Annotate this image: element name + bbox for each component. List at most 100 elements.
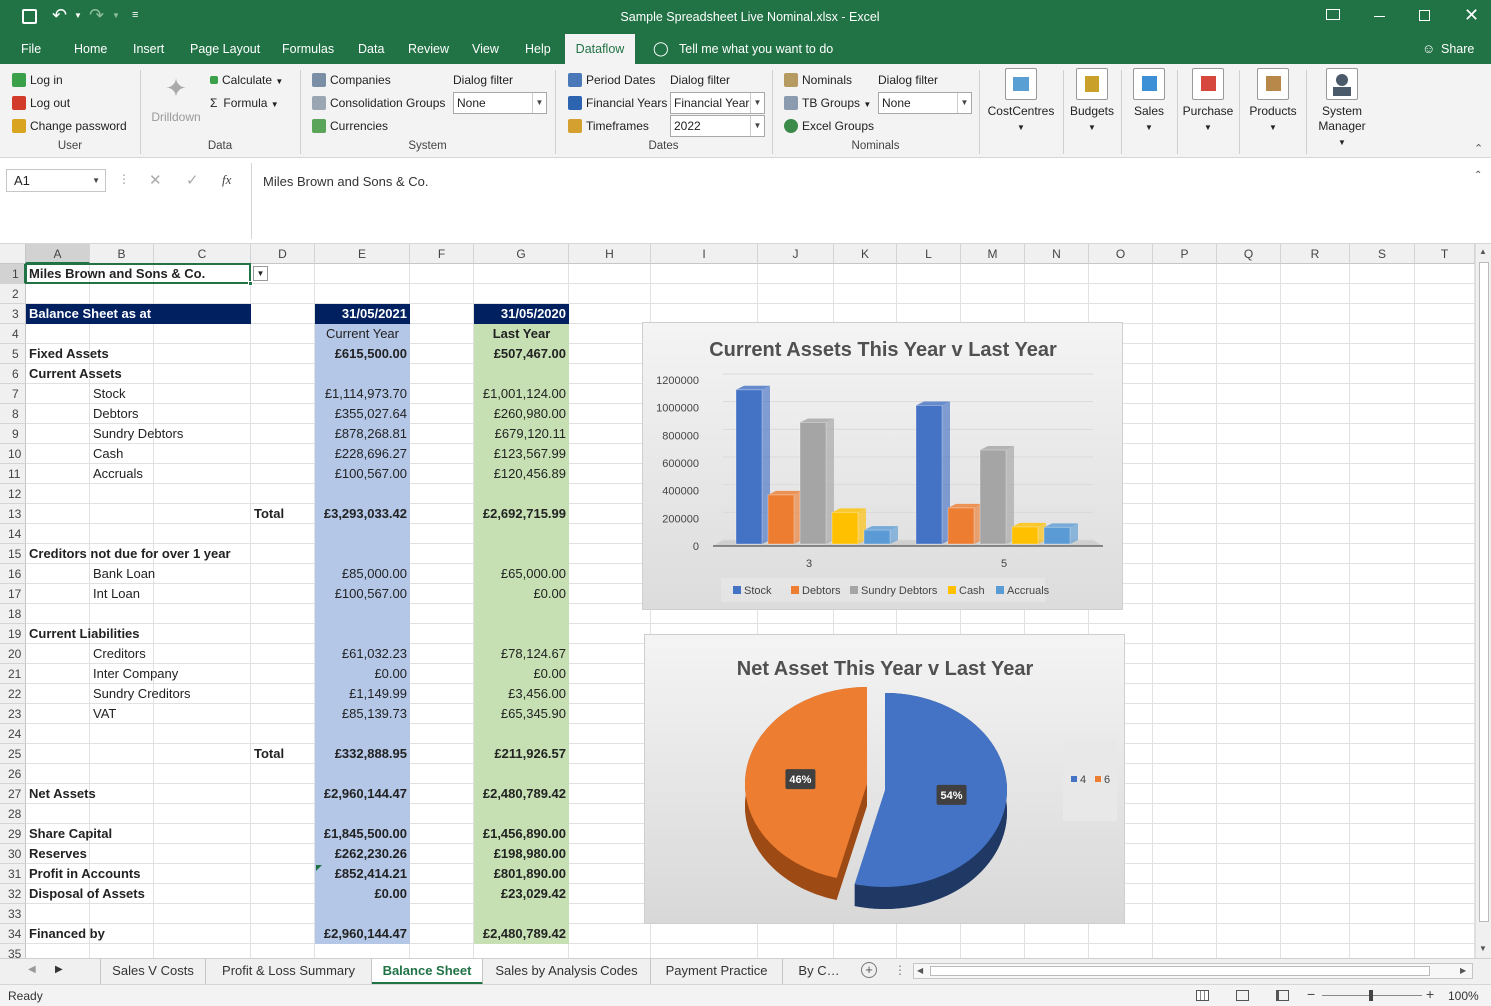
excel-groups-button[interactable]: Excel Groups bbox=[784, 117, 874, 135]
cell-last-reserves[interactable]: £198,980.00 bbox=[474, 844, 569, 864]
row-label-disposal-of-assets[interactable]: Disposal of Assets bbox=[26, 884, 145, 904]
close-icon[interactable]: ✕ bbox=[1464, 5, 1479, 26]
sheet-tab-payment-practice[interactable]: Payment Practice bbox=[651, 959, 783, 985]
sheet-tab-profit-loss-summary[interactable]: Profit & Loss Summary bbox=[206, 959, 372, 985]
row-header-22[interactable]: 22 bbox=[0, 684, 26, 704]
cell-current-cash[interactable]: £228,696.27 bbox=[315, 444, 410, 464]
cell-current-accruals[interactable]: £100,567.00 bbox=[315, 464, 410, 484]
tb-groups-button[interactable]: TB Groups ▼ bbox=[784, 94, 871, 114]
column-header-r[interactable]: R bbox=[1281, 244, 1350, 264]
cell-last-total[interactable]: £2,692,715.99 bbox=[474, 504, 569, 524]
horizontal-scrollbar[interactable]: ◀ ▶ bbox=[913, 963, 1473, 979]
cell-current-fixed-assets[interactable]: £615,500.00 bbox=[315, 344, 410, 364]
column-header-n[interactable]: N bbox=[1025, 244, 1089, 264]
row-header-16[interactable]: 16 bbox=[0, 564, 26, 584]
row-header-35[interactable]: 35 bbox=[0, 944, 26, 958]
undo-icon[interactable]: ↶ bbox=[52, 5, 67, 26]
row-header-33[interactable]: 33 bbox=[0, 904, 26, 924]
row-header-12[interactable]: 12 bbox=[0, 484, 26, 504]
worksheet-grid[interactable]: ABCDEFGHIJKLMNOPQRST 1 2 3 4 5 6 7 8 9 10 11 12 13 14… bbox=[0, 244, 1475, 958]
row-header-30[interactable]: 30 bbox=[0, 844, 26, 864]
row-label-reserves[interactable]: Reserves bbox=[26, 844, 87, 864]
cell-current-creditors[interactable]: £61,032.23 bbox=[315, 644, 410, 664]
tab-data[interactable]: Data bbox=[358, 34, 384, 64]
cell-last-fixed-assets[interactable]: £507,467.00 bbox=[474, 344, 569, 364]
current-assets-chart[interactable]: Current Assets This Year v Last Year 0 200… bbox=[642, 322, 1123, 610]
row-header-18[interactable]: 18 bbox=[0, 604, 26, 624]
formula-button[interactable]: Σ Formula ▼ bbox=[210, 94, 279, 114]
products-button[interactable]: Products ▼ bbox=[1242, 68, 1304, 135]
row-header-31[interactable]: 31 bbox=[0, 864, 26, 884]
ribbon-display-icon[interactable] bbox=[1326, 9, 1340, 20]
financial-year-select[interactable]: Financial Year ▼ bbox=[670, 92, 765, 114]
cell-last-vat[interactable]: £65,345.90 bbox=[474, 704, 569, 724]
row-header-24[interactable]: 24 bbox=[0, 724, 26, 744]
cell-current-stock[interactable]: £1,114,973.70 bbox=[315, 384, 410, 404]
row-header-17[interactable]: 17 bbox=[0, 584, 26, 604]
row-label-current-assets[interactable]: Current Assets bbox=[26, 364, 122, 384]
tab-view[interactable]: View bbox=[472, 34, 499, 64]
column-header-t[interactable]: T bbox=[1415, 244, 1475, 264]
tab-review[interactable]: Review bbox=[408, 34, 449, 64]
currencies-button[interactable]: Currencies bbox=[312, 117, 388, 135]
cell-g3-last-date[interactable]: 31/05/2020 bbox=[474, 304, 569, 324]
row-header-28[interactable]: 28 bbox=[0, 804, 26, 824]
cell-current-total[interactable]: £3,293,033.42 bbox=[315, 504, 410, 524]
row-header-15[interactable]: 15 bbox=[0, 544, 26, 564]
name-box[interactable]: A1 ▼ bbox=[6, 169, 106, 192]
cell-last-disposal-of-assets[interactable]: £23,029.42 bbox=[474, 884, 569, 904]
row-label-accruals[interactable]: Accruals bbox=[90, 464, 143, 484]
select-all-corner[interactable] bbox=[0, 244, 26, 264]
confirm-entry-icon[interactable]: ✓ bbox=[186, 171, 199, 189]
zoom-out-icon[interactable]: − bbox=[1307, 986, 1315, 1002]
row-header-29[interactable]: 29 bbox=[0, 824, 26, 844]
cell-last-creditors[interactable]: £78,124.67 bbox=[474, 644, 569, 664]
nominals-filter-select[interactable]: None ▼ bbox=[878, 92, 972, 114]
drilldown-button[interactable]: ✦ Drilldown bbox=[148, 68, 204, 125]
net-asset-chart[interactable]: Net Asset This Year v Last Year 54% 46% 4 6 bbox=[644, 634, 1125, 924]
share-button[interactable]: Share bbox=[1441, 42, 1474, 56]
row-header-10[interactable]: 10 bbox=[0, 444, 26, 464]
cell-current-share-capital[interactable]: £1,845,500.00 bbox=[315, 824, 410, 844]
cell-current-sundry-debtors[interactable]: £878,268.81 bbox=[315, 424, 410, 444]
tell-me-search[interactable]: Tell me what you want to do bbox=[679, 42, 833, 56]
system-manager-button[interactable]: System Manager ▼ bbox=[1310, 68, 1374, 150]
row-label-current-liabilities[interactable]: Current Liabilities bbox=[26, 624, 140, 644]
cell-current-profit-in-accounts[interactable]: £852,414.21 bbox=[315, 864, 410, 884]
horizontal-scroll-thumb[interactable] bbox=[930, 966, 1430, 976]
system-filter-select[interactable]: None ▼ bbox=[453, 92, 547, 114]
cell-current-net-assets[interactable]: £2,960,144.47 bbox=[315, 784, 410, 804]
row-header-27[interactable]: 27 bbox=[0, 784, 26, 804]
cell-last-bank-loan[interactable]: £65,000.00 bbox=[474, 564, 569, 584]
cell-e4-current-year-header[interactable]: Current Year bbox=[315, 324, 410, 344]
column-header-k[interactable]: K bbox=[834, 244, 897, 264]
row-header-26[interactable]: 26 bbox=[0, 764, 26, 784]
column-header-f[interactable]: F bbox=[410, 244, 474, 264]
column-header-o[interactable]: O bbox=[1089, 244, 1153, 264]
row-header-13[interactable]: 13 bbox=[0, 504, 26, 524]
cell-last-total[interactable]: £211,926.57 bbox=[474, 744, 569, 764]
add-sheet-icon[interactable]: + bbox=[861, 962, 877, 978]
cell-last-financed-by[interactable]: £2,480,789.42 bbox=[474, 924, 569, 944]
tab-help[interactable]: Help bbox=[525, 34, 551, 64]
cell-current-disposal-of-assets[interactable]: £0.00 bbox=[315, 884, 410, 904]
nominals-button[interactable]: Nominals bbox=[784, 71, 852, 89]
row-label-fixed-assets[interactable]: Fixed Assets bbox=[26, 344, 109, 364]
sheet-tab-sales-v-costs[interactable]: Sales V Costs bbox=[100, 959, 206, 985]
row-label-total[interactable]: Total bbox=[251, 744, 284, 764]
vertical-scroll-thumb[interactable] bbox=[1479, 262, 1489, 922]
row-header-6[interactable]: 6 bbox=[0, 364, 26, 384]
scroll-left-icon[interactable]: ◀ bbox=[917, 966, 923, 975]
row-header-32[interactable]: 32 bbox=[0, 884, 26, 904]
cell-last-profit-in-accounts[interactable]: £801,890.00 bbox=[474, 864, 569, 884]
row-header-11[interactable]: 11 bbox=[0, 464, 26, 484]
row-header-25[interactable]: 25 bbox=[0, 744, 26, 764]
column-header-g[interactable]: G bbox=[474, 244, 569, 264]
year-select[interactable]: 2022 ▼ bbox=[670, 115, 765, 137]
column-header-h[interactable]: H bbox=[569, 244, 651, 264]
tab-home[interactable]: Home bbox=[74, 34, 107, 64]
logout-button[interactable]: Log out bbox=[12, 94, 70, 112]
column-header-d[interactable]: D bbox=[251, 244, 315, 264]
row-header-21[interactable]: 21 bbox=[0, 664, 26, 684]
cell-current-vat[interactable]: £85,139.73 bbox=[315, 704, 410, 724]
